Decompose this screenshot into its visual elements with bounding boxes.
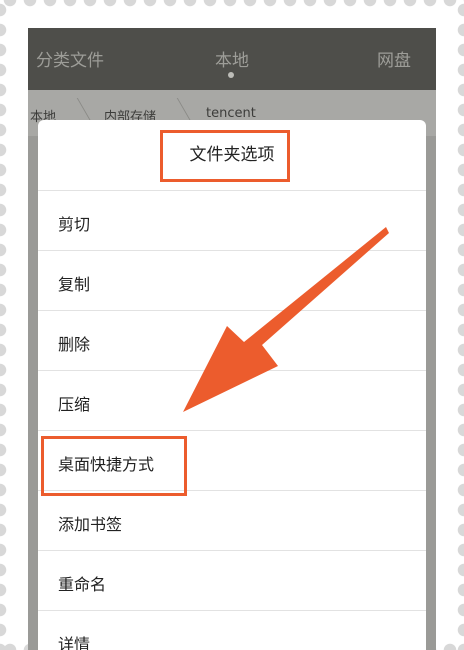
stamp-perforation-left xyxy=(0,0,16,650)
menu-item-compress[interactable]: 压缩 xyxy=(38,370,426,430)
folder-options-dialog: 文件夹选项 剪切 复制 删除 压缩 桌面快捷方式 添加书签 重命名 详情 xyxy=(38,120,426,650)
menu-item-cut[interactable]: 剪切 xyxy=(38,190,426,250)
menu-item-copy[interactable]: 复制 xyxy=(38,250,426,310)
title-highlight-box xyxy=(160,130,290,182)
stamp-perforation-right xyxy=(448,0,464,650)
shortcut-highlight-box xyxy=(41,436,187,496)
tab-bar: 分类文件 本地 网盘 xyxy=(28,28,436,90)
tab-categories[interactable]: 分类文件 xyxy=(36,46,104,71)
active-tab-indicator xyxy=(228,72,234,78)
menu-item-label: 删除 xyxy=(58,335,91,354)
tab-cloud[interactable]: 网盘 xyxy=(377,46,411,71)
menu-item-label: 添加书签 xyxy=(58,515,123,534)
stamp-perforation-top xyxy=(0,0,464,16)
breadcrumb-item-tencent[interactable]: tencent xyxy=(206,106,256,121)
menu-item-label: 剪切 xyxy=(58,215,91,234)
menu-item-label: 重命名 xyxy=(58,575,107,594)
menu-item-rename[interactable]: 重命名 xyxy=(38,550,426,610)
phone-screen: 分类文件 本地 网盘 本地 内部存储 tencent 文件夹选项 剪切 复制 删… xyxy=(28,28,436,650)
menu-item-delete[interactable]: 删除 xyxy=(38,310,426,370)
menu-item-details[interactable]: 详情 xyxy=(38,610,426,650)
menu-item-label: 复制 xyxy=(58,275,91,294)
menu-item-label: 详情 xyxy=(58,635,91,650)
tab-local[interactable]: 本地 xyxy=(215,46,249,71)
menu-item-add-bookmark[interactable]: 添加书签 xyxy=(38,490,426,550)
menu-item-label: 压缩 xyxy=(58,395,91,414)
